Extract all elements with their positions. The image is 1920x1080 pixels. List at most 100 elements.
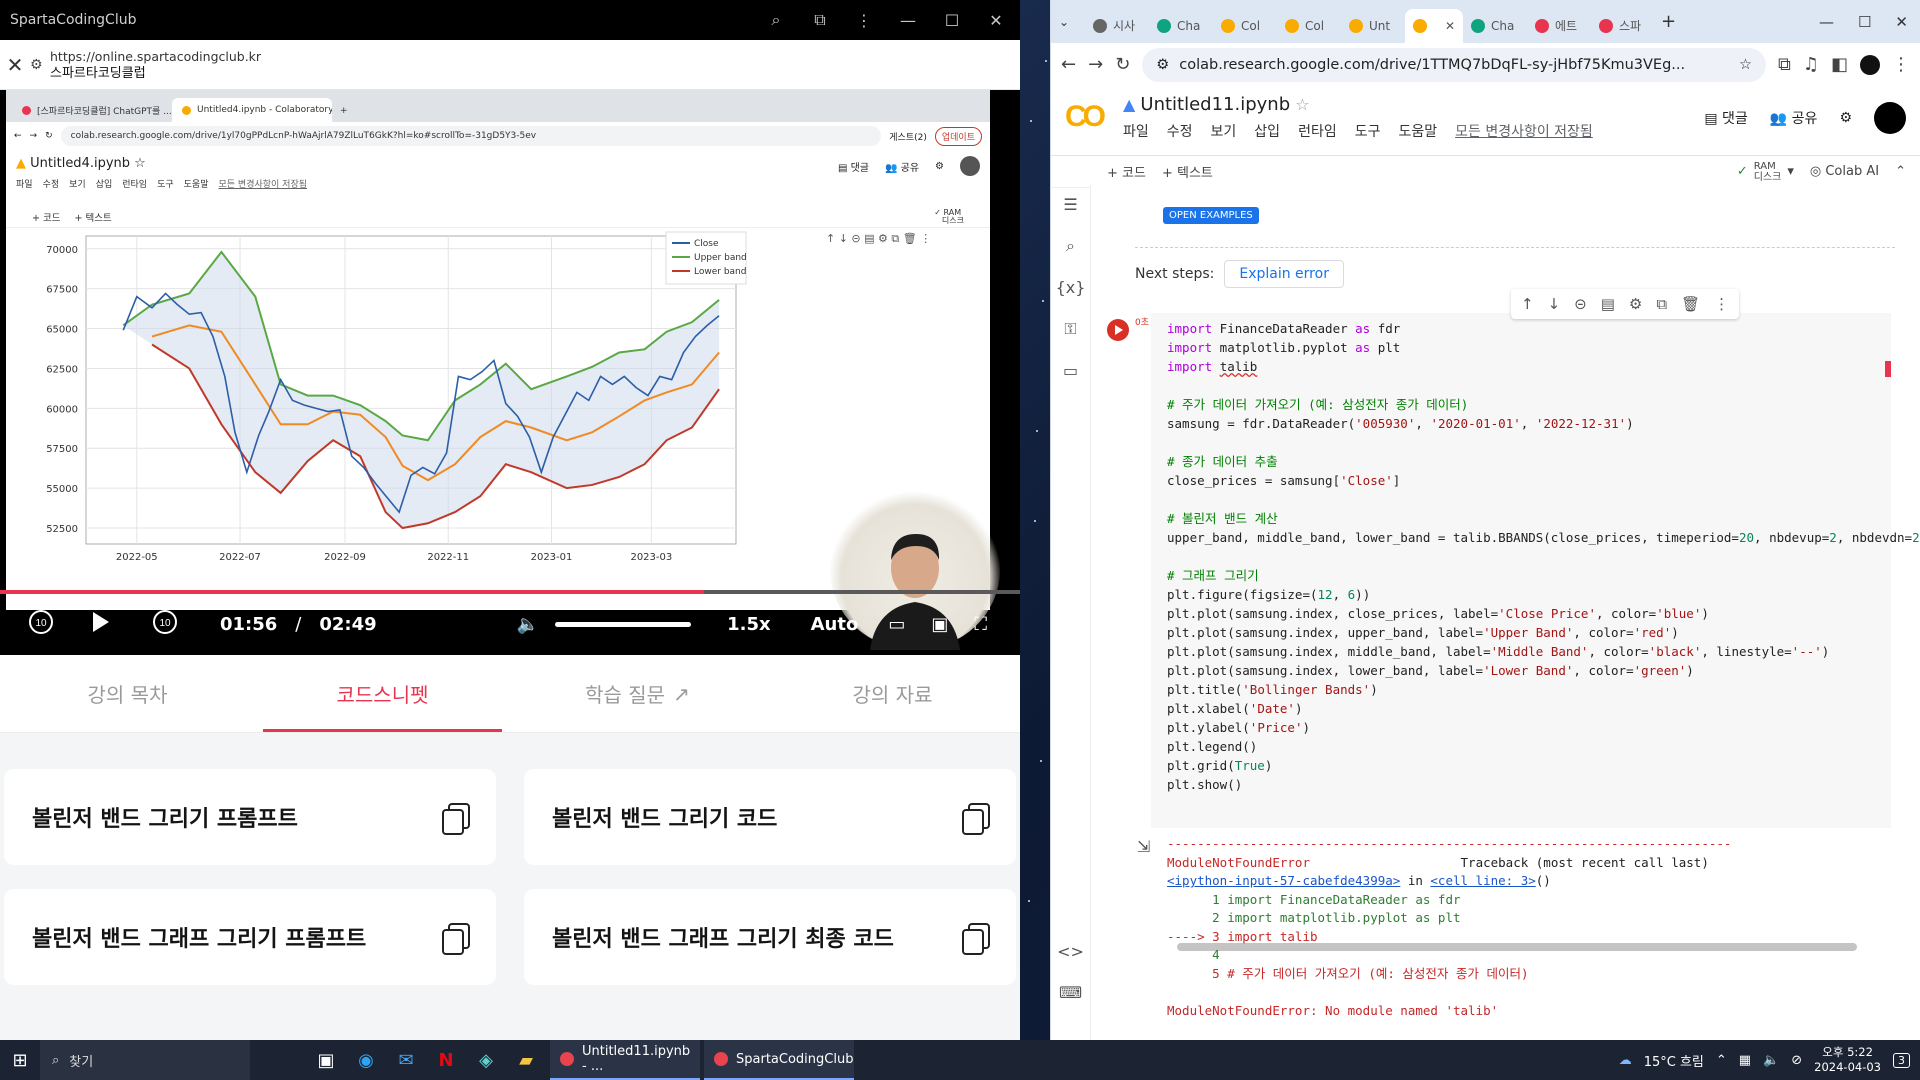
media-icon[interactable]: ♫ (1803, 54, 1819, 75)
runtime-status[interactable]: ✓ RAM 디스크 ▾ (1737, 161, 1794, 183)
explain-error-button[interactable]: Explain error (1224, 260, 1344, 288)
code-cell[interactable]: import FinanceDataReader as fdr import ma… (1151, 313, 1920, 951)
minimize-button[interactable]: — (890, 5, 926, 35)
menu-view[interactable]: 보기 (1211, 121, 1237, 141)
code-editor[interactable]: import FinanceDataReader as fdr import ma… (1167, 319, 1920, 794)
volume-icon[interactable]: 🔈 (1763, 1053, 1779, 1068)
cell-settings-icon[interactable]: ⚙ (1629, 295, 1642, 313)
reload-icon[interactable]: ↻ (1115, 54, 1130, 75)
file-explorer-icon[interactable]: ▰ (506, 1040, 546, 1080)
menu-file[interactable]: 파일 (1123, 121, 1149, 141)
settings-gear-icon[interactable]: ⚙ (1839, 110, 1852, 126)
close-window-button[interactable]: ✕ (1895, 13, 1908, 31)
extensions-icon[interactable]: ⧉ (1778, 54, 1791, 75)
theater-mode-icon[interactable]: ▣ (931, 614, 948, 635)
browser-tab[interactable]: 시사 (1085, 9, 1149, 43)
add-text-button[interactable]: + 텍스트 (1162, 162, 1213, 181)
comment-icon[interactable]: ▤ (1601, 295, 1615, 313)
start-windows-icon[interactable]: ⊞ (0, 1040, 40, 1080)
forward-10-icon[interactable]: 10 (150, 607, 200, 642)
taskbar-search[interactable]: ⌕ 찾기 (40, 1040, 250, 1080)
task-view-icon[interactable]: ▣ (306, 1040, 346, 1080)
save-status[interactable]: 모든 변경사항이 저장됨 (1455, 121, 1593, 141)
variables-icon[interactable]: {x} (1056, 278, 1086, 297)
weather-text[interactable]: 15°C 흐림 (1644, 1051, 1704, 1070)
minimize-button[interactable]: — (1819, 13, 1834, 31)
toc-icon[interactable]: ☰ (1063, 195, 1077, 214)
subtitles-icon[interactable]: ▭ (888, 614, 905, 635)
colab-ai-button[interactable]: ◎ Colab AI (1810, 164, 1879, 179)
snippet-card[interactable]: 볼린저 밴드 그리기 프롬프트 (4, 769, 496, 865)
address-bar[interactable]: ⚙ colab.research.google.com/drive/1TTMQ7… (1142, 47, 1766, 82)
site-info-icon[interactable]: ⚙ (1156, 57, 1169, 73)
mail-icon[interactable]: ✉ (386, 1040, 426, 1080)
tab-search-icon[interactable]: ⌄ (1059, 15, 1085, 29)
files-folder-icon[interactable]: ▭ (1063, 361, 1078, 380)
netflix-icon[interactable]: N (426, 1040, 466, 1080)
snippet-card[interactable]: 볼린저 밴드 그리기 코드 (524, 769, 1016, 865)
rewind-10-icon[interactable]: 10 (26, 607, 76, 642)
edge-icon[interactable]: ◉ (346, 1040, 386, 1080)
maximize-button[interactable]: ☐ (1858, 13, 1871, 31)
tab-questions[interactable]: 학습 질문 ↗ (510, 655, 765, 732)
colab-logo[interactable]: CO (1065, 94, 1111, 140)
move-down-icon[interactable]: ↓ (1548, 295, 1561, 313)
copy-icon[interactable] (442, 803, 470, 835)
star-icon[interactable]: ☆ (1295, 95, 1309, 114)
mirror-cell-icon[interactable]: ⧉ (1656, 295, 1667, 313)
tab-code-snippets[interactable]: 코드스니펫 (255, 655, 510, 732)
clock[interactable]: 오후 5:22 2024-04-03 (1814, 1045, 1881, 1075)
chrome-menu-icon[interactable]: ⋮ (1892, 54, 1910, 75)
share-button[interactable]: 👥 공유 (1770, 108, 1818, 128)
site-settings-icon[interactable]: ⚙ (30, 57, 50, 73)
collapse-icon[interactable]: ⌃ (1895, 164, 1920, 179)
notification-badge[interactable]: 3 (1893, 1052, 1910, 1068)
more-icon[interactable]: ⋮ (1714, 295, 1729, 313)
browser-tab[interactable]: Cha (1149, 9, 1213, 43)
run-cell-button[interactable] (1107, 319, 1129, 341)
weather-icon[interactable]: ☁ (1619, 1053, 1632, 1068)
snippet-card[interactable]: 볼린저 밴드 그래프 그리기 프롬프트 (4, 889, 496, 985)
new-tab-button[interactable]: + (1661, 11, 1676, 32)
browser-tab[interactable]: Unt (1341, 9, 1405, 43)
back-icon[interactable]: ← (1061, 54, 1076, 75)
browser-tab[interactable]: Cha (1463, 9, 1527, 43)
copy-icon[interactable] (962, 803, 990, 835)
fullscreen-icon[interactable]: ⛶ (974, 614, 987, 635)
menu-runtime[interactable]: 런타임 (1298, 121, 1337, 141)
volume-icon[interactable]: 🔈 (517, 614, 539, 635)
comment-button[interactable]: ▤ 댓글 (1704, 108, 1747, 128)
taskbar-app-sparta[interactable]: SpartaCodingClub (704, 1040, 854, 1080)
address-url[interactable]: colab.research.google.com/drive/1TTMQ7bD… (1179, 57, 1685, 73)
account-avatar[interactable] (1874, 102, 1906, 134)
terminal-icon[interactable]: ⌨ (1059, 983, 1082, 1002)
browser-tab[interactable]: Col (1277, 9, 1341, 43)
output-menu-icon[interactable]: ⇲ (1137, 837, 1150, 856)
move-up-icon[interactable]: ↑ (1521, 295, 1534, 313)
forward-icon[interactable]: → (1088, 54, 1103, 75)
sidepanel-icon[interactable]: ◧ (1831, 54, 1848, 75)
search-icon[interactable]: ⌕ (1066, 236, 1075, 256)
traceback-link[interactable]: <ipython-input-57-cabefde4399a> (1167, 873, 1400, 888)
close-window-button[interactable]: ✕ (978, 5, 1014, 35)
secrets-key-icon[interactable]: ⚿ (1064, 319, 1076, 339)
profile-avatar[interactable] (1860, 54, 1880, 75)
taskbar-app-chrome[interactable]: Untitled11.ipynb - ... (550, 1040, 700, 1080)
browser-tab[interactable]: 스파 (1591, 9, 1655, 43)
browser-tab[interactable]: Col (1213, 9, 1277, 43)
add-code-button[interactable]: + 코드 (1107, 162, 1146, 181)
volume-slider[interactable] (555, 622, 692, 627)
ime-icon[interactable]: ⊘ (1791, 1053, 1802, 1068)
close-icon[interactable]: ✕ (0, 53, 30, 77)
notebook-title[interactable]: Untitled11.ipynb (1140, 94, 1290, 115)
open-examples-button[interactable]: OPEN EXAMPLES (1163, 207, 1259, 224)
progress-bar[interactable] (0, 590, 1020, 594)
browser-tab-active[interactable]: ✕ (1405, 8, 1463, 43)
code-snippets-icon[interactable]: <> (1057, 942, 1084, 961)
page-url[interactable]: https://online.spartacodingclub.kr (50, 48, 261, 65)
browser-tab[interactable]: 에트 (1527, 9, 1591, 43)
extension-icon[interactable]: ⧉ (802, 5, 838, 35)
menu-tools[interactable]: 도구 (1355, 121, 1381, 141)
snippet-card[interactable]: 볼린저 밴드 그래프 그리기 최종 코드 (524, 889, 1016, 985)
zoom-icon[interactable]: ⌕ (758, 5, 794, 35)
